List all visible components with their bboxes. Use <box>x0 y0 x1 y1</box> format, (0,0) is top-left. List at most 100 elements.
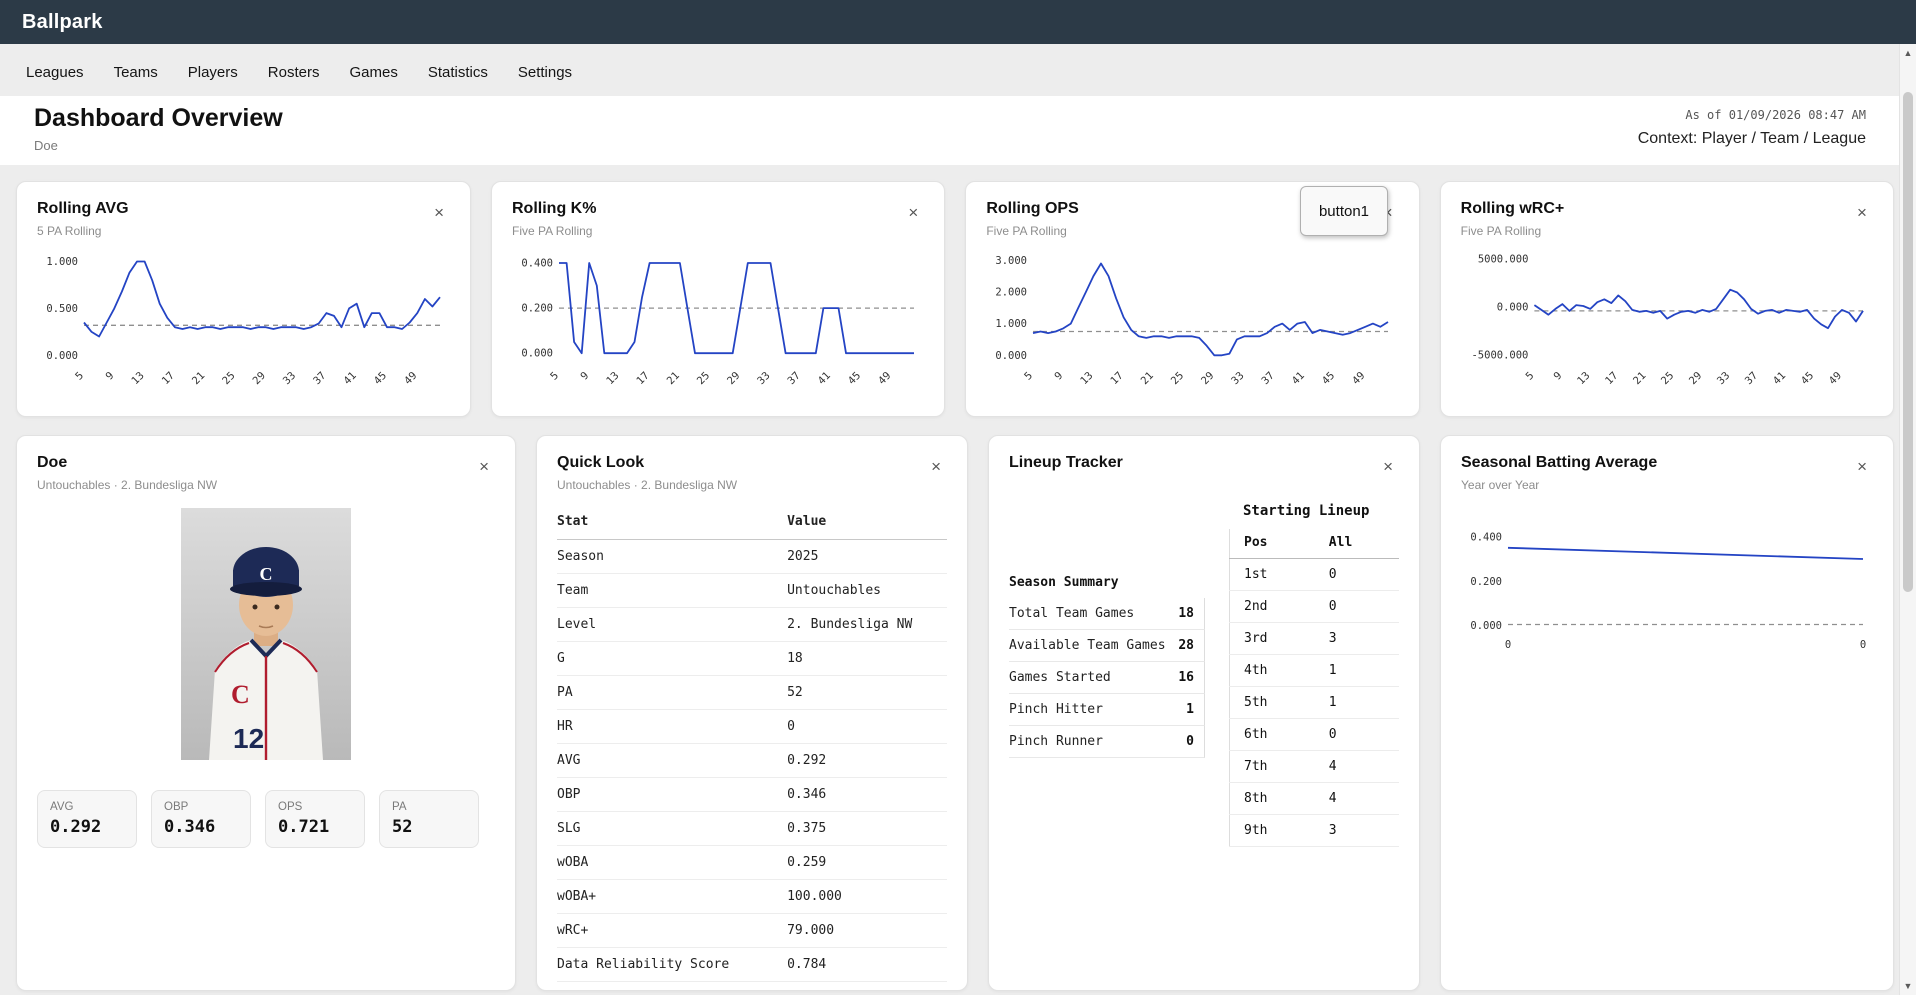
nav-item-rosters[interactable]: Rosters <box>268 64 320 81</box>
lineup-pos: 3rd <box>1229 622 1315 655</box>
svg-text:33: 33 <box>281 370 298 387</box>
svg-text:5: 5 <box>1022 370 1035 383</box>
table-row: wOBA+ 100.000 <box>557 879 947 914</box>
svg-text:9: 9 <box>1053 370 1066 383</box>
summary-value: 1 <box>1186 702 1194 717</box>
stat-box-pa: PA 52 <box>379 790 479 848</box>
svg-text:-5000.000: -5000.000 <box>1471 350 1528 362</box>
svg-text:49: 49 <box>876 370 893 387</box>
ql-stat: G <box>557 641 788 676</box>
svg-text:41: 41 <box>1770 370 1787 387</box>
ql-value: 2. Bundesliga NW <box>787 607 947 642</box>
nav-item-leagues[interactable]: Leagues <box>26 64 84 81</box>
rolling-k-close-icon[interactable]: × <box>902 200 924 225</box>
quick-look-card: Quick Look Untouchables · 2. Bundesliga … <box>536 435 968 991</box>
svg-text:0.400: 0.400 <box>521 258 553 270</box>
quick-look-subtitle: Untouchables · 2. Bundesliga NW <box>557 478 738 492</box>
ql-value: Untouchables <box>787 573 947 608</box>
svg-text:41: 41 <box>816 370 833 387</box>
lineup-row: 9th 3 <box>1229 814 1399 847</box>
lineup-tracker-close-icon[interactable]: × <box>1377 454 1399 479</box>
svg-text:0: 0 <box>1860 639 1866 651</box>
summary-label: Total Team Games <box>1009 606 1135 621</box>
lineup-pos: 2nd <box>1229 590 1315 623</box>
lineup-pos: 7th <box>1229 750 1315 783</box>
lineup-pos: 8th <box>1229 782 1315 815</box>
ql-col-stat: Stat <box>557 506 788 540</box>
ql-value: 0.292 <box>787 743 947 778</box>
ql-value: 0.259 <box>787 845 947 880</box>
ql-stat: Season <box>557 539 788 574</box>
seasonal-avg-subtitle: Year over Year <box>1461 478 1540 492</box>
svg-text:49: 49 <box>402 370 419 387</box>
svg-text:0.500: 0.500 <box>46 303 78 315</box>
nav-item-teams[interactable]: Teams <box>114 64 158 81</box>
scroll-down-icon[interactable]: ▼ <box>1900 981 1916 991</box>
svg-text:1.000: 1.000 <box>46 256 78 268</box>
ql-value: 79.000 <box>787 913 947 948</box>
starting-lineup-table: Pos All 1st 0 2nd 0 3rd 3 4th 1 5th 1 6th 0 7t… <box>1229 529 1399 847</box>
nav-item-players[interactable]: Players <box>188 64 238 81</box>
summary-row: Pinch Runner 0 <box>1009 726 1205 758</box>
stat-label: OPS <box>278 801 303 813</box>
starting-lineup: Starting Lineup Pos All 1st 0 2nd 0 3rd 3 <box>1229 503 1399 847</box>
svg-text:25: 25 <box>1659 370 1676 387</box>
svg-text:25: 25 <box>1169 370 1186 387</box>
lineup-col-pos: Pos <box>1229 529 1315 559</box>
ql-stat: wRC+ <box>557 913 788 948</box>
nav-item-games[interactable]: Games <box>349 64 397 81</box>
lineup-count: 1 <box>1314 654 1399 687</box>
lineup-count: 3 <box>1314 622 1399 655</box>
svg-text:21: 21 <box>1139 370 1156 387</box>
table-row: OBP 0.346 <box>557 777 947 812</box>
svg-text:29: 29 <box>250 370 267 387</box>
context-label: Context: Player / Team / League <box>1637 130 1866 147</box>
quick-look-title: Quick Look <box>557 454 645 471</box>
svg-text:17: 17 <box>1109 370 1126 387</box>
svg-text:17: 17 <box>634 370 651 387</box>
svg-text:33: 33 <box>1230 370 1247 387</box>
svg-text:21: 21 <box>665 370 682 387</box>
quick-look-close-icon[interactable]: × <box>925 454 947 479</box>
seasonal-avg-close-icon[interactable]: × <box>1851 454 1873 479</box>
svg-text:13: 13 <box>604 370 621 387</box>
table-row: HR 0 <box>557 709 947 744</box>
nav-item-statistics[interactable]: Statistics <box>428 64 488 81</box>
lineup-row: 5th 1 <box>1229 686 1399 719</box>
summary-value: 0 <box>1186 734 1194 749</box>
svg-text:49: 49 <box>1350 370 1367 387</box>
lineup-tracker-card: Lineup Tracker × Season Summary Total Te… <box>988 435 1420 991</box>
rolling-wrc-close-icon[interactable]: × <box>1851 200 1873 225</box>
scrollbar[interactable]: ▲ ▼ <box>1899 44 1916 995</box>
svg-text:5: 5 <box>548 370 561 383</box>
svg-text:37: 37 <box>1742 370 1759 387</box>
svg-text:45: 45 <box>1320 370 1337 387</box>
summary-row: Total Team Games 18 <box>1009 598 1205 630</box>
svg-text:21: 21 <box>1631 370 1648 387</box>
table-row: Season 2025 <box>557 539 947 574</box>
lineup-row: 6th 0 <box>1229 718 1399 751</box>
scroll-up-icon[interactable]: ▲ <box>1900 48 1916 58</box>
scrollbar-thumb[interactable] <box>1903 92 1913 592</box>
svg-text:33: 33 <box>1715 370 1732 387</box>
dashboard-content: Rolling AVG 5 PA Rolling × 0.000 0.500 1.0… <box>0 165 1916 991</box>
nav-item-settings[interactable]: Settings <box>518 64 572 81</box>
ql-col-value: Value <box>787 506 947 540</box>
table-row: AVG 0.292 <box>557 743 947 778</box>
player-card-close-icon[interactable]: × <box>473 454 495 479</box>
rolling-ops-chart: 0.000 1.000 2.000 3.000 5 9 13 17 21 25 29 33 37 41 45… <box>986 246 1398 394</box>
table-row: PA 52 <box>557 675 947 710</box>
rolling-avg-close-icon[interactable]: × <box>428 200 450 225</box>
lineup-pos: 9th <box>1229 814 1315 847</box>
seasonal-avg-title: Seasonal Batting Average <box>1461 454 1658 471</box>
svg-text:0.400: 0.400 <box>1470 532 1502 544</box>
lineup-count: 4 <box>1314 750 1399 783</box>
svg-text:0.000: 0.000 <box>1496 302 1528 314</box>
lineup-row: 3rd 3 <box>1229 622 1399 655</box>
button1[interactable]: button1 <box>1300 186 1388 236</box>
svg-text:5: 5 <box>73 370 86 383</box>
lineup-row: 2nd 0 <box>1229 590 1399 623</box>
ql-stat: Data Reliability Score <box>557 947 788 982</box>
svg-text:0.200: 0.200 <box>1470 576 1502 588</box>
as-of-timestamp: As of 01/09/2026 08:47 AM <box>1685 108 1866 122</box>
